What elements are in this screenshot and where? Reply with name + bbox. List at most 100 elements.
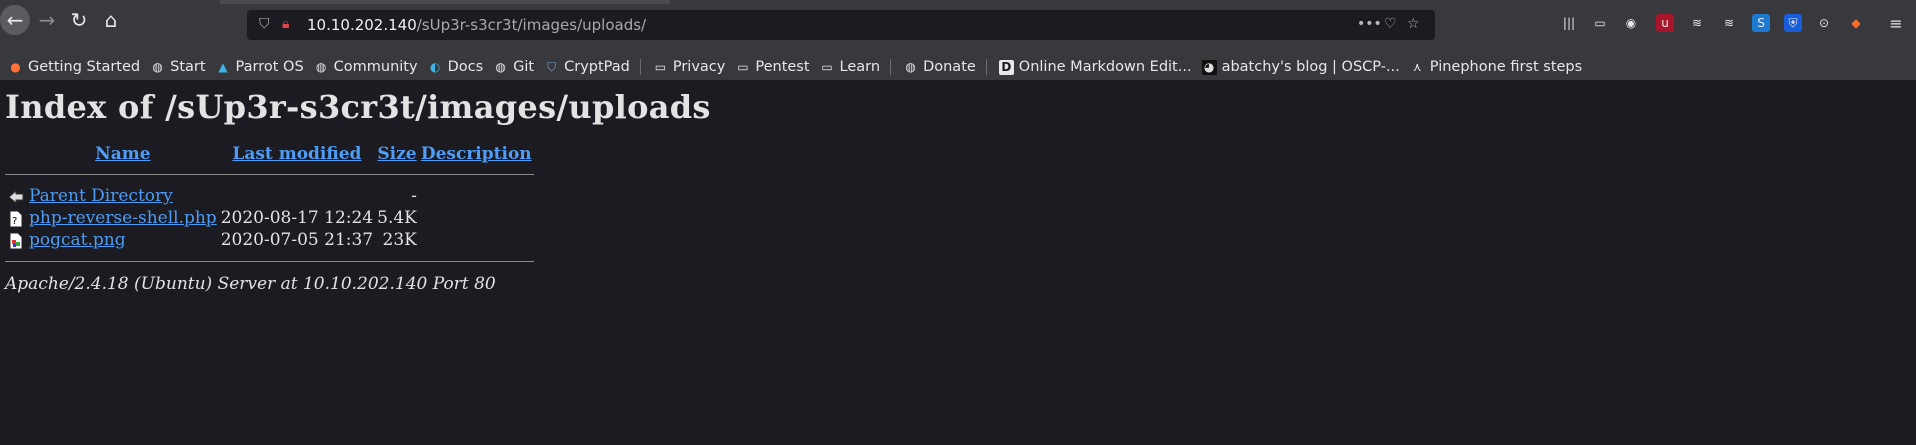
row-icon-cell: ? bbox=[5, 207, 27, 229]
file-icon: ? bbox=[9, 210, 23, 227]
bookmark-getting-started[interactable]: ● Getting Started bbox=[8, 59, 140, 75]
row-modified-cell: 2020-08-17 12:24 bbox=[220, 208, 374, 228]
blog-icon: ◕ bbox=[1201, 59, 1217, 75]
shield-icon[interactable]: ⛉ bbox=[259, 16, 270, 32]
row-name-cell: pogcat.png bbox=[27, 229, 219, 251]
globe-icon: ◍ bbox=[905, 60, 916, 74]
bookmark-pentest[interactable]: ▭ Pentest bbox=[735, 59, 809, 75]
row-modified-cell: 2020-07-05 21:37 bbox=[220, 230, 374, 250]
bookmark-label: Donate bbox=[923, 59, 976, 75]
bookmarks-bar: ● Getting Started ◍ Start ▲ Parrot OS ◍ Comm… bbox=[0, 54, 1916, 80]
forward-button[interactable]: → bbox=[32, 5, 62, 35]
row-modified-cell bbox=[219, 185, 375, 207]
url-text[interactable]: 10.10.202.140/sUp3r-s3cr3t/images/upload… bbox=[307, 16, 646, 34]
sort-by-modified-link[interactable]: Last modified bbox=[232, 144, 361, 164]
bookmark-label: abatchy's blog | OSCP-... bbox=[1221, 59, 1400, 75]
reload-icon: ↻ bbox=[70, 8, 88, 32]
column-header-size: Size bbox=[375, 144, 419, 164]
bookmark-git[interactable]: ◍ Git bbox=[493, 59, 534, 75]
s-extension-icon[interactable]: S bbox=[1752, 14, 1770, 32]
tab-strip bbox=[220, 0, 670, 4]
php-reverse-shell-link[interactable]: php-reverse-shell.php bbox=[29, 208, 217, 228]
directory-table: Name Last modified Size Description Pare… bbox=[5, 144, 534, 272]
globe-icon: ◍ bbox=[152, 60, 163, 74]
bookmark-label: Online Markdown Edit... bbox=[1018, 59, 1192, 75]
extension-icon[interactable]: ≋ bbox=[1720, 14, 1738, 32]
pocket-icon[interactable]: ♡ bbox=[1384, 16, 1397, 32]
row-size-cell: 23K bbox=[382, 230, 417, 250]
row-size-cell: - bbox=[411, 186, 417, 206]
bookmark-markdown-editor[interactable]: D Online Markdown Edit... bbox=[998, 59, 1192, 75]
page-actions-icon[interactable]: ••• bbox=[1357, 16, 1382, 32]
icon-header bbox=[5, 144, 27, 164]
account-icon[interactable]: ◉ bbox=[1622, 14, 1640, 32]
globe-icon: ◍ bbox=[495, 60, 506, 74]
parent-directory-link[interactable]: Parent Directory bbox=[29, 186, 173, 206]
home-icon: ⌂ bbox=[104, 8, 118, 32]
image-icon bbox=[9, 232, 23, 249]
bookmark-label: Pinephone first steps bbox=[1429, 59, 1583, 75]
bookmark-pinephone[interactable]: ⋏ Pinephone first steps bbox=[1410, 59, 1582, 75]
extension-icon[interactable]: ≋ bbox=[1688, 14, 1706, 32]
reload-button[interactable]: ↻ bbox=[64, 5, 94, 35]
arrow-right-icon: → bbox=[38, 8, 56, 32]
bookmark-label: Learn bbox=[839, 59, 881, 75]
pogcat-link[interactable]: pogcat.png bbox=[29, 230, 126, 250]
markdown-icon: D bbox=[998, 59, 1014, 75]
sort-by-description-link[interactable]: Description bbox=[421, 144, 532, 164]
back-icon bbox=[8, 189, 24, 204]
foxy-proxy-icon[interactable]: ◆ bbox=[1847, 14, 1865, 32]
row-description-cell bbox=[419, 207, 534, 229]
privacy-badger-icon[interactable]: ⊙ bbox=[1815, 14, 1833, 32]
url-bar[interactable]: ⛉ 🔒︎ 10.10.202.140/sUp3r-s3cr3t/images/u… bbox=[247, 10, 1435, 40]
globe-icon: ◍ bbox=[315, 60, 327, 74]
bookmark-label: Parrot OS bbox=[235, 59, 304, 75]
sidebar-icon[interactable]: ▭ bbox=[1591, 14, 1609, 32]
bookmark-docs[interactable]: ◐ Docs bbox=[428, 59, 484, 75]
bookmark-label: Docs bbox=[447, 59, 484, 75]
table-header: Name Last modified Size Description bbox=[5, 144, 534, 164]
library-icon[interactable]: ||| bbox=[1560, 14, 1578, 32]
bookmark-abatchy-blog[interactable]: ◕ abatchy's blog | OSCP-... bbox=[1201, 59, 1400, 75]
sort-by-name-link[interactable]: Name bbox=[95, 144, 150, 164]
svg-text:?: ? bbox=[12, 216, 17, 227]
folder-icon: ▭ bbox=[821, 60, 833, 74]
column-header-name: Name bbox=[27, 144, 219, 164]
column-header-description: Description bbox=[419, 144, 534, 164]
cryptpad-icon: ⛉ bbox=[547, 59, 557, 74]
bookmark-separator bbox=[890, 59, 892, 75]
row-description-cell bbox=[419, 229, 534, 251]
bookmark-donate[interactable]: ◍ Donate bbox=[903, 59, 976, 75]
table-row: ? php-reverse-shell.php 2020-08-17 12:24… bbox=[5, 207, 534, 229]
table-row: Parent Directory - bbox=[5, 185, 534, 207]
back-button[interactable]: ← bbox=[0, 5, 30, 35]
insecure-lock-icon[interactable]: 🔒︎ bbox=[282, 16, 289, 32]
url-host: 10.10.202.140 bbox=[307, 16, 417, 34]
server-signature: Apache/2.4.18 (Ubuntu) Server at 10.10.2… bbox=[5, 274, 496, 294]
page-content: Index of /sUp3r-s3cr3t/images/uploads Na… bbox=[5, 80, 711, 294]
bookmark-parrot-os[interactable]: ▲ Parrot OS bbox=[216, 59, 304, 75]
parrot-icon: ▲ bbox=[218, 60, 228, 74]
bookmark-start[interactable]: ◍ Start bbox=[150, 59, 205, 75]
row-name-cell: php-reverse-shell.php bbox=[27, 207, 219, 229]
menu-icon[interactable]: ≡ bbox=[1887, 14, 1905, 33]
row-description-cell bbox=[419, 185, 534, 207]
folder-icon: ▭ bbox=[737, 60, 749, 74]
bookmark-cryptpad[interactable]: ⛉ CryptPad bbox=[544, 59, 630, 75]
bookmark-separator bbox=[639, 59, 641, 75]
sort-by-size-link[interactable]: Size bbox=[377, 144, 416, 164]
bookmark-star-icon[interactable]: ☆ bbox=[1407, 16, 1420, 32]
bookmark-privacy[interactable]: ▭ Privacy bbox=[653, 59, 726, 75]
divider bbox=[5, 174, 534, 175]
row-icon-cell bbox=[5, 229, 27, 251]
home-button[interactable]: ⌂ bbox=[96, 5, 126, 35]
bookmark-label: Getting Started bbox=[28, 59, 141, 75]
bookmark-label: Community bbox=[333, 59, 418, 75]
ublock-icon[interactable]: u bbox=[1656, 14, 1674, 32]
bitwarden-icon[interactable]: ⛨ bbox=[1784, 14, 1802, 32]
bookmark-label: CryptPad bbox=[564, 59, 630, 75]
bookmark-learn[interactable]: ▭ Learn bbox=[820, 59, 881, 75]
bookmark-community[interactable]: ◍ Community bbox=[314, 59, 418, 75]
bookmark-label: Privacy bbox=[672, 59, 726, 75]
table-row: pogcat.png 2020-07-05 21:37 23K bbox=[5, 229, 534, 251]
